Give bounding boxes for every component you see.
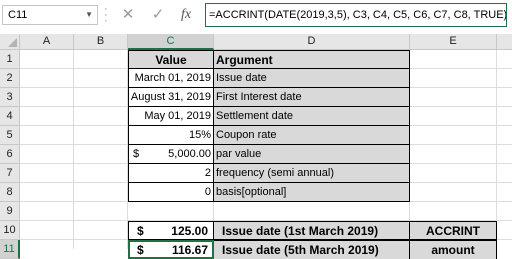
- currency-symbol: $: [133, 148, 140, 160]
- result-value: 116.67: [171, 243, 208, 257]
- result-label-e11[interactable]: amount: [410, 240, 497, 259]
- value-cell-c5[interactable]: 15%: [128, 126, 214, 145]
- value-cell-c7[interactable]: 2: [128, 164, 214, 183]
- row-header-2[interactable]: 2: [0, 69, 20, 88]
- select-all-icon: [8, 38, 17, 47]
- value-cell-c2[interactable]: March 01, 2019: [128, 69, 214, 88]
- more-options-icon[interactable]: · · ·: [104, 4, 108, 27]
- argument-cell-d8[interactable]: basis[optional]: [214, 183, 410, 202]
- result-cell-c11[interactable]: $ 116.67: [128, 240, 214, 259]
- column-header-d[interactable]: D: [214, 34, 410, 50]
- argument-cell-d6[interactable]: par value: [214, 145, 410, 164]
- argument-cell-d7[interactable]: frequency (semi annual): [214, 164, 410, 183]
- select-all-button[interactable]: [0, 34, 20, 50]
- row-header-11[interactable]: 11: [0, 240, 20, 259]
- header-argument-cell[interactable]: Argument: [214, 50, 410, 69]
- value-cell-c3[interactable]: August 31, 2019: [128, 88, 214, 107]
- result-description-d11[interactable]: Issue date (5th March 2019): [214, 240, 410, 259]
- row-header-4[interactable]: 4: [0, 107, 20, 126]
- result-label-e10[interactable]: ACCRINT: [410, 221, 497, 240]
- row-header-7[interactable]: 7: [0, 164, 20, 183]
- row-header-3[interactable]: 3: [0, 88, 20, 107]
- currency-symbol: $: [137, 224, 144, 238]
- cancel-icon[interactable]: ✕: [118, 4, 138, 26]
- column-header-b[interactable]: B: [74, 34, 128, 50]
- header-value-cell[interactable]: Value: [128, 50, 214, 69]
- insert-function-icon[interactable]: fx: [176, 4, 196, 26]
- formula-input[interactable]: =ACCRINT(DATE(2019,3,5), C3, C4, C5, C6,…: [205, 3, 507, 27]
- argument-cell-d2[interactable]: Issue date: [214, 69, 410, 88]
- column-header-c[interactable]: C: [128, 34, 214, 50]
- column-header-a[interactable]: A: [20, 34, 74, 50]
- result-cell-c10[interactable]: $ 125.00: [128, 221, 214, 240]
- currency-symbol: $: [137, 243, 144, 257]
- result-value: 125.00: [171, 224, 208, 238]
- value-cell-c4[interactable]: May 01, 2019: [128, 107, 214, 126]
- result-description-d10[interactable]: Issue date (1st March 2019): [214, 221, 410, 240]
- value-cell-c8[interactable]: 0: [128, 183, 214, 202]
- row-header-8[interactable]: 8: [0, 183, 20, 202]
- argument-cell-d3[interactable]: First Interest date: [214, 88, 410, 107]
- value-cell-c6[interactable]: $ 5,000.00: [128, 145, 214, 164]
- formula-bar: C11 ▼ · · · ✕ ✓ fx =ACCRINT(DATE(2019,3,5)…: [0, 0, 512, 33]
- enter-icon[interactable]: ✓: [148, 4, 168, 26]
- column-header-overflow: [497, 34, 512, 50]
- name-box-value: C11: [8, 9, 28, 21]
- column-header-e[interactable]: E: [410, 34, 497, 50]
- argument-cell-d4[interactable]: Settlement date: [214, 107, 410, 126]
- row-header-10[interactable]: 10: [0, 221, 20, 240]
- argument-cell-d5[interactable]: Coupon rate: [214, 126, 410, 145]
- name-box[interactable]: C11 ▼: [2, 5, 98, 25]
- row-header-6[interactable]: 6: [0, 145, 20, 164]
- row-header-5[interactable]: 5: [0, 126, 20, 145]
- chevron-down-icon[interactable]: ▼: [85, 6, 93, 24]
- row-header-1[interactable]: 1: [0, 50, 20, 69]
- row-header-9[interactable]: 9: [0, 202, 20, 221]
- value-text: 5,000.00: [168, 148, 211, 160]
